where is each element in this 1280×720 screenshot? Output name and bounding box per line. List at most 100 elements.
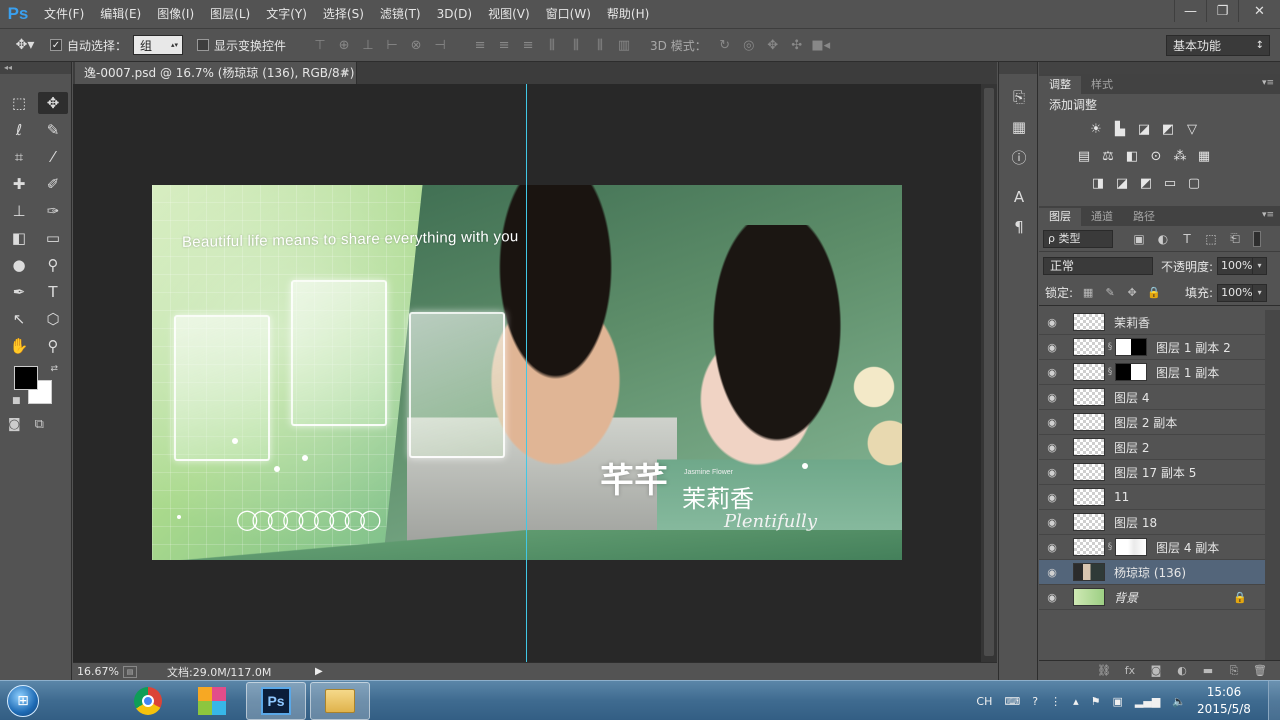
menu-view[interactable]: 视图(V)	[480, 0, 538, 28]
new-group-icon[interactable]: ▬	[1200, 664, 1216, 677]
tab-channels[interactable]: 通道	[1081, 208, 1123, 226]
blend-mode-dropdown[interactable]: 正常	[1043, 257, 1153, 275]
history-panel-icon[interactable]: ⎘	[999, 82, 1039, 112]
levels-icon[interactable]: ▙	[1111, 121, 1129, 139]
shape-tool-icon[interactable]: ⬡	[38, 308, 68, 330]
default-colors-icon[interactable]: ■	[12, 396, 21, 406]
lock-all-icon[interactable]: 🔒	[1143, 286, 1165, 299]
taskbar-photoshop[interactable]: Ps	[246, 681, 306, 720]
distribute-bottom-icon[interactable]: ≡	[516, 34, 540, 56]
ime-indicator[interactable]: CH	[976, 695, 992, 708]
distribute-vcenter-icon[interactable]: ≡	[492, 34, 516, 56]
layer-row[interactable]: ◉ 背景 🔒	[1039, 585, 1265, 610]
visibility-eye-icon[interactable]: ◉	[1039, 441, 1065, 454]
auto-select-checkbox[interactable]: ✓	[50, 39, 62, 51]
canvas-vertical-scroll-thumb[interactable]	[984, 88, 994, 656]
taskbar-chrome[interactable]	[118, 682, 178, 720]
tab-adjustments[interactable]: 调整	[1039, 76, 1081, 94]
layer-thumbnail[interactable]	[1073, 363, 1105, 381]
menu-filter[interactable]: 滤镜(T)	[372, 0, 429, 28]
healing-tool-icon[interactable]: ✚	[4, 173, 34, 195]
layer-thumbnail[interactable]	[1073, 563, 1105, 581]
keyboard-icon[interactable]: ⌨	[1004, 695, 1020, 708]
layer-row[interactable]: ◉ 茉莉香	[1039, 310, 1265, 335]
align-left-icon[interactable]: ⊢	[380, 34, 404, 56]
canvas-area[interactable]: Beautiful life means to share everything…	[73, 84, 981, 662]
layer-thumbnail[interactable]	[1073, 588, 1105, 606]
lock-pixels-icon[interactable]: ✎	[1099, 286, 1121, 299]
menu-layer[interactable]: 图层(L)	[202, 0, 258, 28]
layer-thumbnail[interactable]	[1073, 413, 1105, 431]
visibility-eye-icon[interactable]: ◉	[1039, 391, 1065, 404]
menu-type[interactable]: 文字(Y)	[258, 0, 315, 28]
mask-link-icon[interactable]: §	[1105, 367, 1115, 377]
show-desktop-button[interactable]	[1268, 681, 1280, 720]
foreground-color-swatch[interactable]	[14, 366, 38, 390]
3d-scale-icon[interactable]: ■◂	[809, 34, 833, 56]
link-layers-icon[interactable]: ⛓	[1096, 664, 1112, 677]
layers-menu-icon[interactable]: ▾≡	[1262, 210, 1274, 220]
layer-style-icon[interactable]: fx	[1122, 664, 1138, 677]
layer-row[interactable]: ◉ 图层 17 副本 5	[1039, 460, 1265, 485]
auto-select-dropdown[interactable]: 组	[133, 35, 184, 55]
filter-toggle[interactable]	[1253, 230, 1261, 247]
show-transform-checkbox[interactable]	[197, 39, 210, 51]
help-icon[interactable]: ?	[1032, 695, 1038, 708]
workspace-dropdown[interactable]: 基本功能	[1166, 35, 1270, 56]
character-panel-icon[interactable]: A	[999, 182, 1039, 212]
status-menu-arrow-icon[interactable]: ▶	[315, 666, 323, 677]
tools-collapse-icon[interactable]: ◂◂	[0, 62, 71, 74]
path-select-tool-icon[interactable]: ↖	[4, 308, 34, 330]
layer-thumbnail[interactable]	[1073, 513, 1105, 531]
layer-thumbnail[interactable]	[1073, 313, 1105, 331]
new-layer-icon[interactable]: ⎘	[1226, 664, 1242, 678]
visibility-eye-icon[interactable]: ◉	[1039, 566, 1065, 579]
clock[interactable]: 15:06 2015/5/8	[1192, 684, 1256, 718]
lasso-tool-icon[interactable]: ℓ	[4, 119, 34, 141]
blur-tool-icon[interactable]: ●	[4, 254, 34, 276]
menu-help[interactable]: 帮助(H)	[599, 0, 657, 28]
quick-select-tool-icon[interactable]: ✎	[38, 119, 68, 141]
3d-slide-icon[interactable]: ✣	[785, 34, 809, 56]
layer-thumbnail[interactable]	[1073, 538, 1105, 556]
color-balance-icon[interactable]: ⚖	[1099, 148, 1117, 166]
tray-options-icon[interactable]: ⋮	[1050, 695, 1061, 708]
layer-thumbnail[interactable]	[1073, 488, 1105, 506]
fill-dropdown-icon[interactable]: ▾	[1253, 283, 1268, 302]
screen-mode-icon[interactable]: ⧉	[35, 417, 44, 432]
layer-mask-thumbnail[interactable]	[1115, 538, 1147, 556]
visibility-eye-icon[interactable]: ◉	[1039, 591, 1065, 604]
vertical-guide[interactable]	[526, 84, 527, 662]
new-adjustment-icon[interactable]: ◐	[1174, 664, 1190, 677]
device-icon[interactable]: ▣	[1113, 695, 1123, 708]
layer-row[interactable]: ◉ § 图层 4 副本	[1039, 535, 1265, 560]
layer-mask-thumbnail[interactable]	[1115, 363, 1147, 381]
restore-button[interactable]: ❐	[1206, 0, 1238, 22]
visibility-eye-icon[interactable]: ◉	[1039, 466, 1065, 479]
filter-pixel-icon[interactable]: ▣	[1127, 232, 1151, 246]
lock-transparency-icon[interactable]: ▦	[1077, 286, 1099, 299]
threshold-icon[interactable]: ◩	[1137, 175, 1155, 193]
menu-select[interactable]: 选择(S)	[315, 0, 372, 28]
visibility-eye-icon[interactable]: ◉	[1039, 341, 1065, 354]
menu-window[interactable]: 窗口(W)	[538, 0, 599, 28]
tab-paths[interactable]: 路径	[1123, 208, 1165, 226]
canvas-vertical-scrollbar[interactable]	[981, 84, 997, 662]
type-tool-icon[interactable]: T	[38, 281, 68, 303]
document-canvas[interactable]: Beautiful life means to share everything…	[152, 185, 902, 560]
align-right-icon[interactable]: ⊣	[428, 34, 452, 56]
black-white-icon[interactable]: ◧	[1123, 148, 1141, 166]
show-hidden-icons[interactable]: ▴	[1073, 695, 1079, 708]
visibility-eye-icon[interactable]: ◉	[1039, 516, 1065, 529]
channel-mixer-icon[interactable]: ⁂	[1171, 148, 1189, 166]
delete-layer-icon[interactable]: 🗑	[1252, 664, 1268, 677]
filter-shape-icon[interactable]: ⬚	[1199, 232, 1223, 246]
visibility-eye-icon[interactable]: ◉	[1039, 416, 1065, 429]
align-vcenter-icon[interactable]: ⊕	[332, 34, 356, 56]
swap-colors-icon[interactable]: ⇄	[50, 364, 58, 374]
pen-tool-icon[interactable]: ✒	[4, 281, 34, 303]
distribute-left-icon[interactable]: ⫼	[540, 34, 564, 56]
tab-styles[interactable]: 样式	[1081, 76, 1123, 94]
move-tool-icon[interactable]: ✥▾	[0, 37, 50, 53]
properties-panel-icon[interactable]: ▦	[999, 112, 1039, 142]
